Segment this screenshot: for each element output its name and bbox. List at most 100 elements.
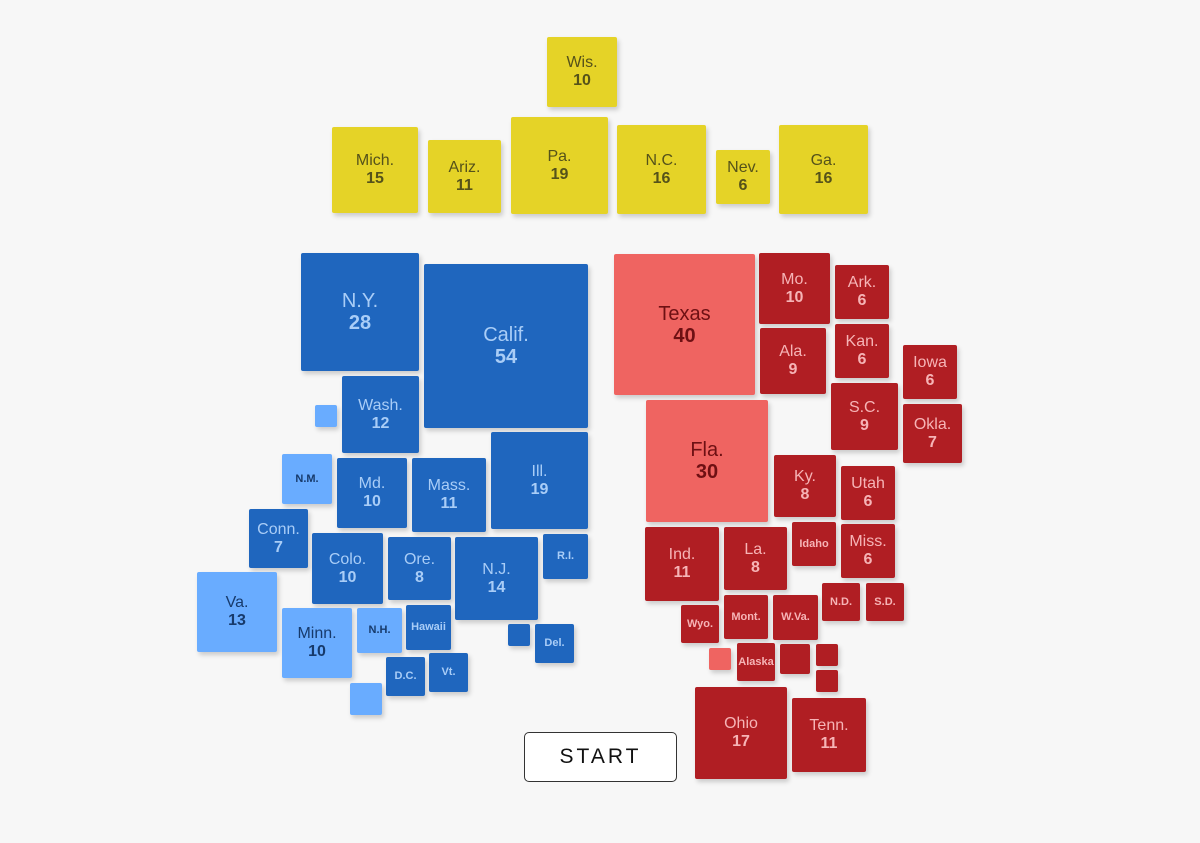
state-name: N.J. [482,560,511,578]
state-tile-hawaii[interactable]: Hawaii [406,605,451,650]
electoral-votes: 19 [550,165,569,183]
electoral-votes: 40 [673,324,696,347]
state-tile-ore[interactable]: Ore. 8 [388,537,451,600]
electoral-votes: 6 [857,351,867,368]
state-name: R.I. [556,550,575,563]
electoral-votes: 11 [440,495,458,512]
state-name: La. [744,540,767,558]
state-name: Ariz. [448,158,481,176]
state-name: Mich. [355,152,395,170]
state-tile-ala[interactable]: Ala. 9 [760,328,826,394]
state-tile-n-j[interactable]: N.J. 14 [455,537,538,620]
state-tile-mich[interactable]: Mich. 15 [332,127,418,213]
state-tile-mont[interactable]: Mont. [724,595,768,639]
state-tile-la[interactable]: La. 8 [724,527,787,590]
electoral-votes: 12 [371,414,390,432]
state-name: Wash. [358,396,403,414]
state-tile[interactable] [816,670,838,692]
electoral-votes: 6 [863,493,873,510]
state-tile-n-h[interactable]: N.H. [357,608,402,653]
electoral-votes: 10 [308,643,326,660]
state-tile-mass[interactable]: Mass. 11 [412,458,486,532]
state-tile-fla[interactable]: Fla. 30 [646,400,768,522]
state-tile-ind[interactable]: Ind. 11 [645,527,719,601]
state-tile-wash[interactable]: Wash. 12 [342,376,419,453]
state-name: Ga. [810,151,837,169]
state-tile[interactable] [816,644,838,666]
state-name: Mont. [731,610,761,623]
state-tile-ky[interactable]: Ky. 8 [774,455,836,517]
state-tile-miss[interactable]: Miss. 6 [841,524,895,578]
electoral-votes: 9 [788,361,798,378]
state-tile-wyo[interactable]: Wyo. [681,605,719,643]
state-tile-vt[interactable]: Vt. [429,653,468,692]
state-name: Del. [544,637,565,650]
state-tile-colo[interactable]: Colo. 10 [312,533,383,604]
state-tile-n-c[interactable]: N.C. 16 [617,125,706,214]
state-tile-n-y[interactable]: N.Y. 28 [301,253,419,371]
electoral-votes: 10 [338,568,357,586]
state-tile-alaska[interactable]: Alaska [737,643,775,681]
state-name: Idaho [799,537,829,550]
state-tile-ill[interactable]: Ill. 19 [491,432,588,529]
state-name: Wis. [566,54,598,72]
state-name: Vt. [441,666,456,679]
state-tile-w-va[interactable]: W.Va. [773,595,818,640]
state-tile-idaho[interactable]: Idaho [792,522,836,566]
electoral-votes: 8 [415,568,424,586]
electoral-votes: 11 [456,176,473,194]
state-tile-va[interactable]: Va. 13 [197,572,277,652]
state-tile-ohio[interactable]: Ohio 17 [695,687,787,779]
state-tile-minn[interactable]: Minn. 10 [282,608,352,678]
state-tile[interactable] [780,644,810,674]
state-tile-s-c[interactable]: S.C. 9 [831,383,898,450]
state-tile-conn[interactable]: Conn. 7 [249,509,308,568]
state-name: Ark. [847,274,877,292]
state-tile[interactable] [315,405,337,427]
state-tile-wis[interactable]: Wis. 10 [547,37,617,107]
start-button[interactable]: START [524,732,677,782]
state-tile-kan[interactable]: Kan. 6 [835,324,889,378]
state-tile-utah[interactable]: Utah 6 [841,466,895,520]
electoral-votes: 6 [738,177,748,194]
electoral-votes: 54 [494,346,518,368]
state-tile-mo[interactable]: Mo. 10 [759,253,830,324]
state-name: Okla. [913,415,952,433]
state-tile[interactable] [508,624,530,646]
state-name: S.C. [848,398,881,416]
state-tile-del[interactable]: Del. [535,624,574,663]
state-tile-ariz[interactable]: Ariz. 11 [428,140,501,213]
state-tile-calif[interactable]: Calif. 54 [424,264,588,428]
electoral-votes: 16 [814,169,833,187]
state-tile[interactable] [350,683,382,715]
electoral-votes: 14 [487,578,506,596]
electoral-votes: 8 [800,486,810,503]
state-name: Wyo. [686,617,714,630]
state-tile-nev[interactable]: Nev. 6 [716,150,770,204]
state-tile-texas[interactable]: Texas 40 [614,254,755,395]
state-name: Ill. [531,462,548,480]
state-tile-ark[interactable]: Ark. 6 [835,265,889,319]
electoral-votes: 6 [857,292,867,309]
state-tile[interactable] [709,648,731,670]
state-name: Va. [225,594,249,612]
state-name: Calif. [483,324,529,346]
state-tile-ga[interactable]: Ga. 16 [779,125,868,214]
state-tile-n-d[interactable]: N.D. [822,583,860,621]
state-name: N.M. [295,472,319,485]
electoral-votes: 15 [366,170,384,187]
state-tile-iowa[interactable]: Iowa 6 [903,345,957,399]
state-tile-s-d[interactable]: S.D. [866,583,904,621]
state-name: Ala. [779,343,807,361]
state-name: Ind. [668,546,696,564]
state-tile-tenn[interactable]: Tenn. 11 [792,698,866,772]
state-tile-md[interactable]: Md. 10 [337,458,407,528]
state-tile-okla[interactable]: Okla. 7 [903,404,962,463]
state-tile-d-c[interactable]: D.C. [386,657,425,696]
state-name: N.Y. [341,290,379,312]
state-tile-pa[interactable]: Pa. 19 [511,117,608,214]
state-name: Kan. [845,333,879,351]
state-name: Fla. [690,439,724,461]
state-tile-r-i[interactable]: R.I. [543,534,588,579]
state-tile-n-m[interactable]: N.M. [282,454,332,504]
